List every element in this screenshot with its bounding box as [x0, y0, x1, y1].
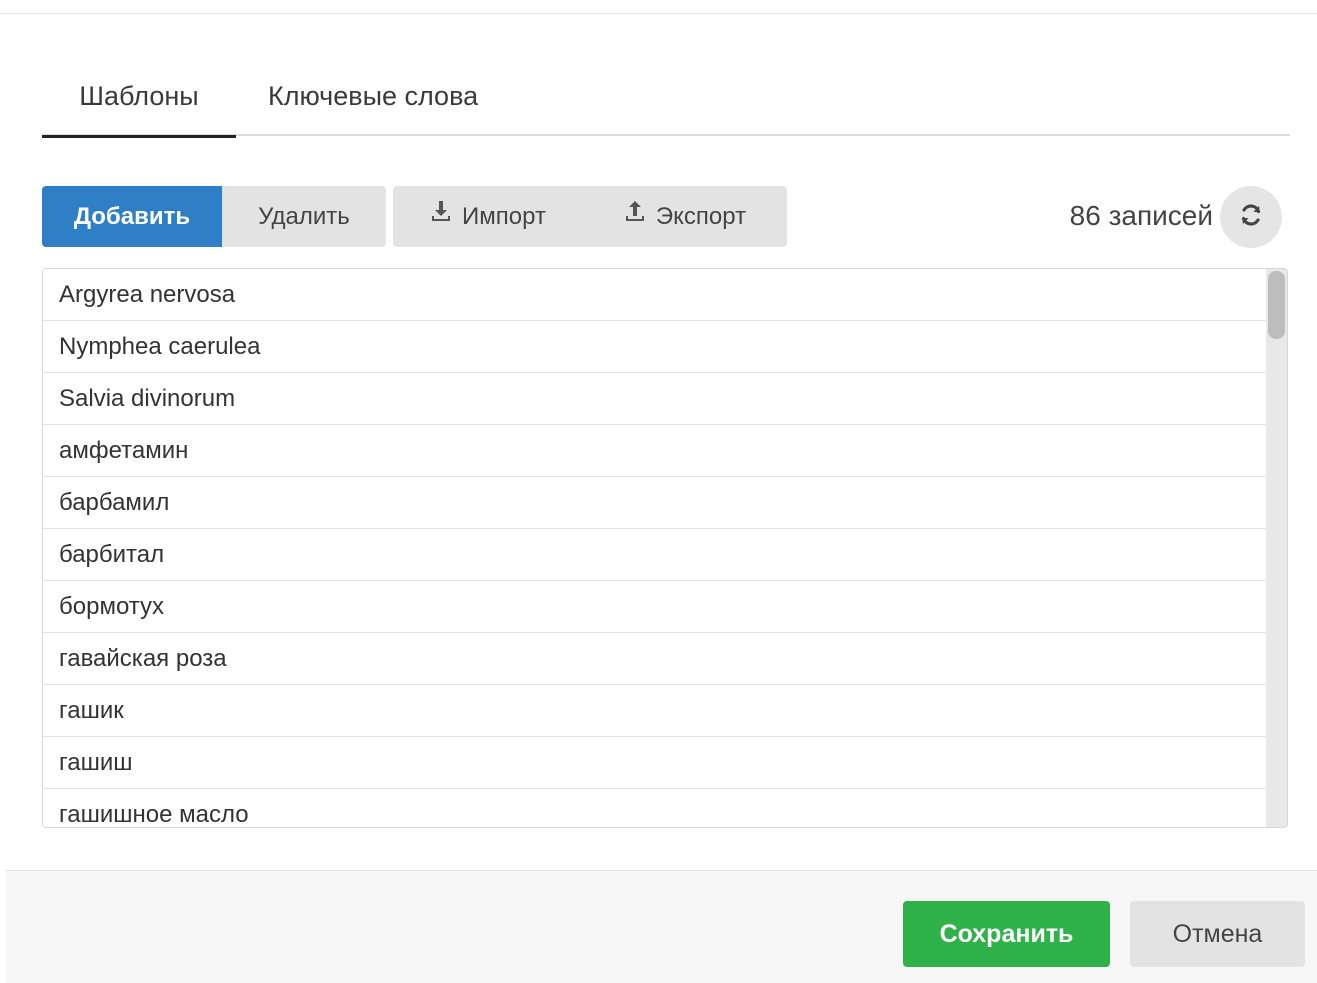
- refresh-icon: [1238, 202, 1264, 233]
- save-button[interactable]: Сохранить: [903, 901, 1110, 967]
- list-item[interactable]: барбамил: [43, 477, 1267, 529]
- list-scrollbar[interactable]: [1266, 269, 1287, 827]
- import-button[interactable]: Импорт: [393, 186, 583, 247]
- list-item[interactable]: гашиш: [43, 737, 1267, 789]
- list-item[interactable]: гашик: [43, 685, 1267, 737]
- import-label: Импорт: [462, 203, 546, 230]
- list-item[interactable]: Nymphea caerulea: [43, 321, 1267, 373]
- list-item[interactable]: гавайская роза: [43, 633, 1267, 685]
- record-count: 86 записей: [1069, 200, 1213, 231]
- download-icon: [430, 185, 452, 246]
- dialog-footer: [6, 870, 1317, 983]
- tab-keywords[interactable]: Ключевые слова: [254, 62, 504, 136]
- list-item[interactable]: бормотух: [43, 581, 1267, 633]
- list-rows: Argyrea nervosa Nymphea caerulea Salvia …: [43, 269, 1267, 827]
- templates-list: Argyrea nervosa Nymphea caerulea Salvia …: [42, 268, 1288, 828]
- list-scrollbar-thumb[interactable]: [1268, 271, 1285, 339]
- list-item[interactable]: амфетамин: [43, 425, 1267, 477]
- delete-button[interactable]: Удалить: [222, 186, 386, 247]
- tab-templates[interactable]: Шаблоны: [42, 62, 236, 138]
- list-item[interactable]: гашишное масло: [43, 789, 1267, 827]
- list-item[interactable]: Argyrea nervosa: [43, 269, 1267, 321]
- export-label: Экспорт: [655, 203, 747, 230]
- cancel-button[interactable]: Отмена: [1130, 901, 1305, 967]
- list-item[interactable]: Salvia divinorum: [43, 373, 1267, 425]
- export-button[interactable]: Экспорт: [583, 186, 787, 247]
- add-button[interactable]: Добавить: [42, 186, 222, 247]
- list-item[interactable]: барбитал: [43, 529, 1267, 581]
- tab-bar: Шаблоны Ключевые слова: [42, 62, 1290, 138]
- upload-icon: [624, 185, 646, 246]
- dialog: Шаблоны Ключевые слова Добавить Удалить …: [0, 0, 1317, 983]
- top-divider: [0, 13, 1317, 14]
- refresh-button[interactable]: [1220, 186, 1282, 248]
